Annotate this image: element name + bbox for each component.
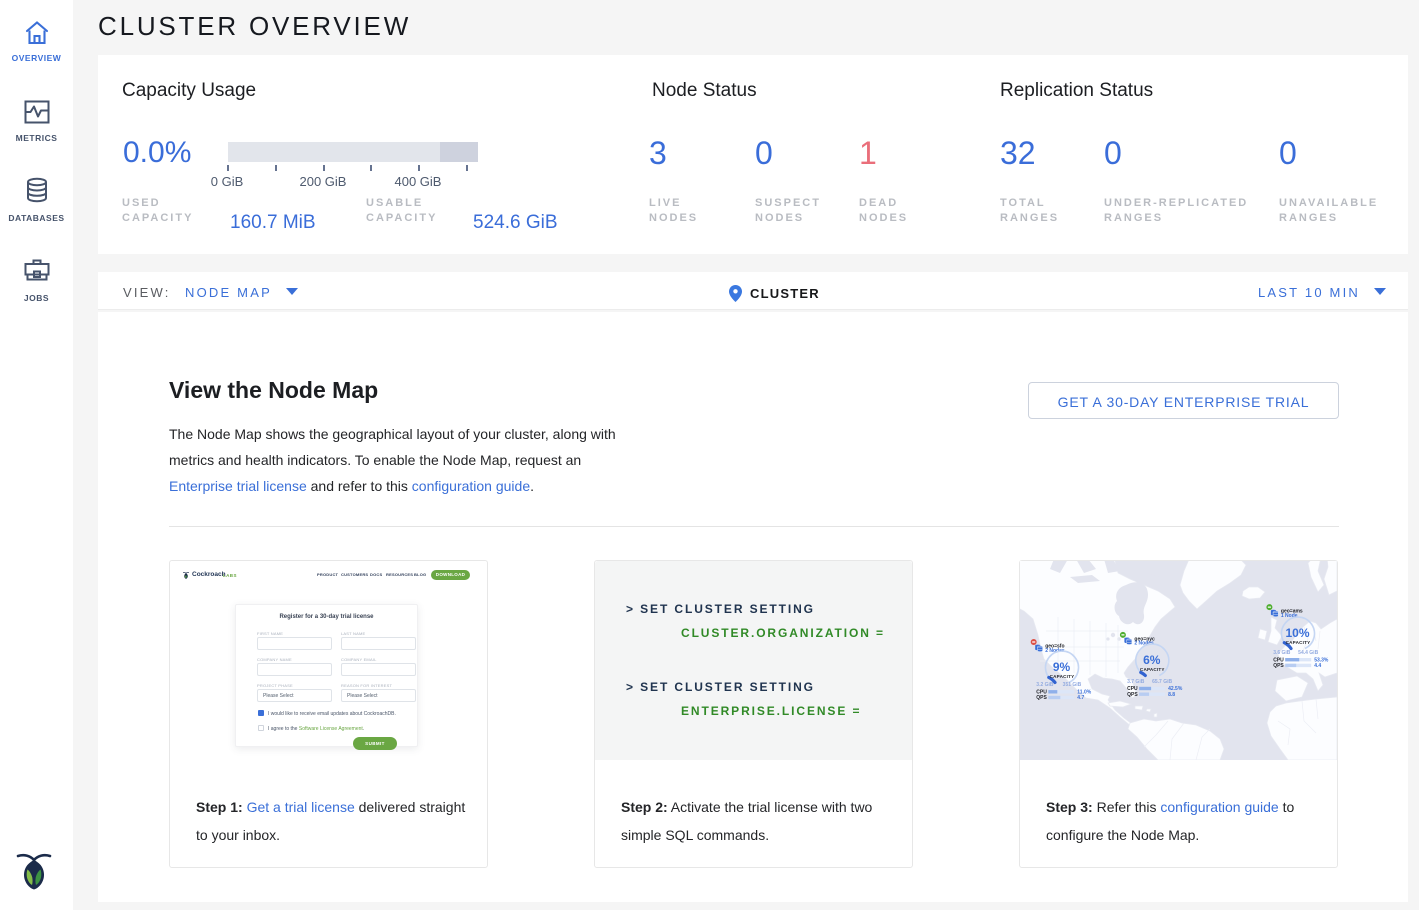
svg-text:CAPACITY: CAPACITY xyxy=(1050,674,1075,679)
svg-text:65.7 GiB: 65.7 GiB xyxy=(1152,679,1172,685)
svg-text:4.7: 4.7 xyxy=(1077,695,1084,701)
svg-text:CAPACITY: CAPACITY xyxy=(1140,667,1165,672)
svg-text:QPS: QPS xyxy=(1036,695,1047,701)
svg-text:3.2 GiB: 3.2 GiB xyxy=(1036,682,1054,688)
svg-text:9%: 9% xyxy=(1053,660,1071,674)
svg-text:54.4 GiB: 54.4 GiB xyxy=(1298,650,1318,656)
svg-text:10%: 10% xyxy=(1285,626,1309,640)
svg-text:QPS: QPS xyxy=(1273,663,1284,669)
svg-text:351 GiB: 351 GiB xyxy=(1063,682,1082,688)
svg-text:3.7 GiB: 3.7 GiB xyxy=(1127,679,1145,685)
svg-text:QPS: QPS xyxy=(1127,692,1138,698)
svg-text:4.4: 4.4 xyxy=(1314,663,1321,669)
svg-text:CAPACITY: CAPACITY xyxy=(1286,640,1311,645)
svg-text:8.8: 8.8 xyxy=(1168,692,1175,698)
svg-text:6%: 6% xyxy=(1143,653,1161,667)
svg-text:3.6 GiB: 3.6 GiB xyxy=(1273,650,1291,656)
